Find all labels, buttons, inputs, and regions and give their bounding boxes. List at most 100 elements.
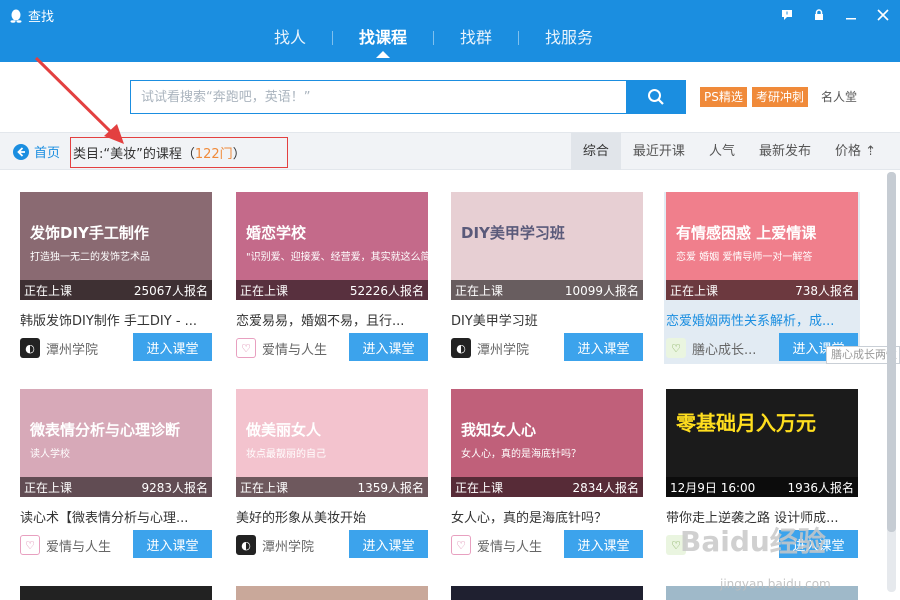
course-status: 正在上课 (24, 480, 73, 495)
next-row-thumb (20, 586, 212, 600)
enrollment-overlay: 12月9日 16:00 1936人报名 (666, 477, 858, 497)
app-title: 查找 (10, 6, 54, 25)
category-prefix: 类目:“美妆”的课程（ (73, 147, 195, 162)
sort-popularity[interactable]: 人气 (697, 133, 747, 170)
lock-icon[interactable] (810, 6, 828, 24)
tag-ps-picks[interactable]: PS精选 (700, 87, 747, 107)
thumbnail-subline: 读人学校 (30, 449, 70, 460)
course-card[interactable]: DIY美甲学习班 正在上课 10099人报名 DIY美甲学习班 ◐ 潭州学院 进入课堂 (451, 192, 643, 370)
course-thumbnail[interactable]: 做美丽女人 妆点最靓丽的自己 正在上课 1359人报名 (236, 389, 428, 497)
course-status: 正在上课 (240, 283, 289, 298)
tab-find-courses[interactable]: 找课程 (333, 18, 433, 58)
course-status: 12月9日 16:00 (670, 480, 756, 495)
course-title[interactable]: 美好的形象从美妆开始 (236, 507, 428, 526)
enrollment-count: 1359人报名 (357, 480, 424, 495)
next-row-thumb (451, 586, 643, 600)
enter-classroom-button[interactable]: 进入课堂 (349, 530, 428, 558)
back-arrow-icon (13, 143, 29, 160)
course-thumbnail[interactable]: 婚恋学校 "识别爱、迎接爱、经营爱，其实就这么简单 正在上课 52226人报名 (236, 192, 428, 300)
search-button[interactable] (626, 80, 686, 114)
provider[interactable]: ♡ 爱情与人生 (451, 535, 542, 555)
course-thumbnail[interactable]: 有情感困惑 上爱情课 恋爱 婚姻 爱情导师一对一解答 正在上课 738人报名 (666, 192, 858, 300)
provider[interactable]: ♡ 爱情与人生 (236, 338, 327, 358)
sort-comprehensive[interactable]: 综合 (570, 133, 621, 170)
enter-classroom-button[interactable]: 进入课堂 (133, 333, 212, 361)
course-thumbnail[interactable]: 发饰DIY手工制作 打造独一无二的发饰艺术品 正在上课 25067人报名 (20, 192, 212, 300)
search-input[interactable] (130, 80, 626, 114)
course-title[interactable]: 读心术【微表情分析与心理... (20, 507, 212, 526)
title-bar: 查找 找人 找课程 找群 找服务 (0, 0, 900, 62)
course-title[interactable]: 韩版发饰DIY制作 手工DIY - ... (20, 310, 212, 329)
provider-logo-icon: ♡ (236, 338, 256, 358)
enrollment-count: 52226人报名 (349, 283, 424, 298)
course-title[interactable]: 恋爱婚姻两性关系解析，成... (666, 310, 858, 329)
course-thumbnail[interactable]: 微表情分析与心理诊断 读人学校 正在上课 9283人报名 (20, 389, 212, 497)
course-card[interactable]: 有情感困惑 上爱情课 恋爱 婚姻 爱情导师一对一解答 正在上课 738人报名恋爱婚姻两… (664, 192, 860, 364)
course-thumbnail[interactable]: DIY美甲学习班 正在上课 10099人报名 (451, 192, 643, 300)
provider[interactable]: ◐ 潭州学院 (20, 338, 98, 358)
enrollment-overlay: 正在上课 52226人报名 (236, 280, 428, 300)
close-icon[interactable] (874, 6, 892, 24)
enrollment-count: 738人报名 (795, 283, 854, 298)
tag-kaoyan-sprint[interactable]: 考研冲刺 (752, 87, 809, 107)
provider-name: 膳心成长... (692, 342, 757, 358)
scrollbar-thumb[interactable] (887, 172, 896, 532)
provider-logo-icon: ♡ (666, 338, 686, 358)
enter-classroom-button[interactable]: 进入课堂 (564, 333, 643, 361)
provider-name: 潭州学院 (46, 342, 99, 358)
course-status: 正在上课 (455, 480, 504, 495)
provider-name: 爱情与人生 (477, 539, 543, 555)
home-label: 首页 (34, 146, 61, 161)
tab-find-people[interactable]: 找人 (248, 18, 332, 58)
minimize-icon[interactable] (842, 6, 860, 24)
thumbnail-subline: 女人心，真的是海底针吗？ (461, 449, 581, 460)
provider[interactable]: ♡ 膳心成长... (666, 338, 756, 358)
course-title[interactable]: 女人心，真的是海底针吗？ (451, 507, 643, 526)
enrollment-overlay: 正在上课 10099人报名 (451, 280, 643, 300)
enrollment-overlay: 正在上课 9283人报名 (20, 477, 212, 497)
category-suffix: ） (232, 147, 246, 162)
course-card[interactable]: 发饰DIY手工制作 打造独一无二的发饰艺术品 正在上课 25067人报名韩版发饰DIY… (20, 192, 212, 370)
thumbnail-headline: 做美丽女人 (246, 421, 322, 439)
course-card[interactable]: 做美丽女人 妆点最靓丽的自己 正在上课 1359人报名 美好的形象从美妆开始 ◐ 潭州学院 进… (236, 389, 428, 567)
enter-classroom-button[interactable]: 进入课堂 (349, 333, 428, 361)
course-title[interactable]: 恋爱易易，婚姻不易，且行... (236, 310, 428, 329)
search-bar (130, 80, 686, 114)
watermark: Baidu经验 (680, 525, 826, 558)
sort-recent[interactable]: 最近开课 (621, 133, 697, 170)
course-thumbnail[interactable]: 我知女人心 女人心，真的是海底针吗？ 正在上课 2834人报名 (451, 389, 643, 497)
provider-logo-icon: ◐ (236, 535, 256, 555)
provider-name: 爱情与人生 (46, 539, 112, 555)
provider[interactable]: ◐ 潭州学院 (236, 535, 314, 555)
next-row-thumb (236, 586, 428, 600)
enrollment-overlay: 正在上课 25067人报名 (20, 280, 212, 300)
provider-logo-icon: ♡ (451, 535, 471, 555)
course-card[interactable]: 婚恋学校 "识别爱、迎接爱、经营爱，其实就这么简单 正在上课 52226人报名 恋爱易易… (236, 192, 428, 370)
provider[interactable]: ◐ 潭州学院 (451, 338, 529, 358)
thumbnail-headline: 零基础月入万元 (676, 411, 816, 435)
provider-name: 潭州学院 (262, 539, 315, 555)
tab-find-services[interactable]: 找服务 (519, 18, 619, 58)
course-card[interactable]: 微表情分析与心理诊断 读人学校 正在上课 9283人报名 读心术【微表情分析与心理...… (20, 389, 212, 567)
course-thumbnail[interactable]: 零基础月入万元 12月9日 16:00 1936人报名 (666, 389, 858, 497)
home-link[interactable]: 首页 (12, 142, 60, 161)
enter-classroom-button[interactable]: 进入课堂 (133, 530, 212, 558)
course-status: 正在上课 (240, 480, 289, 495)
provider-logo-icon: ◐ (20, 338, 40, 358)
course-title[interactable]: DIY美甲学习班 (451, 310, 643, 329)
tab-find-groups[interactable]: 找群 (434, 18, 518, 58)
thumbnail-headline: 婚恋学校 (246, 224, 307, 242)
enter-classroom-button[interactable]: 进入课堂 (564, 530, 643, 558)
course-status: 正在上课 (455, 283, 504, 298)
sort-newest[interactable]: 最新发布 (747, 133, 823, 170)
enrollment-count: 9283人报名 (141, 480, 208, 495)
thumbnail-headline: 有情感困惑 上爱情课 (676, 224, 817, 242)
provider[interactable]: ♡ 爱情与人生 (20, 535, 111, 555)
sort-price[interactable]: 价格 ⇡ (823, 133, 888, 170)
feedback-icon[interactable] (778, 6, 796, 24)
hall-of-fame-link[interactable]: 名人堂 (821, 88, 857, 105)
search-icon (648, 89, 664, 105)
course-card[interactable]: 我知女人心 女人心，真的是海底针吗？ 正在上课 2834人报名 女人心，真的是海底针吗？… (451, 389, 643, 567)
provider-name: 潭州学院 (477, 342, 530, 358)
enrollment-count: 10099人报名 (564, 283, 639, 298)
